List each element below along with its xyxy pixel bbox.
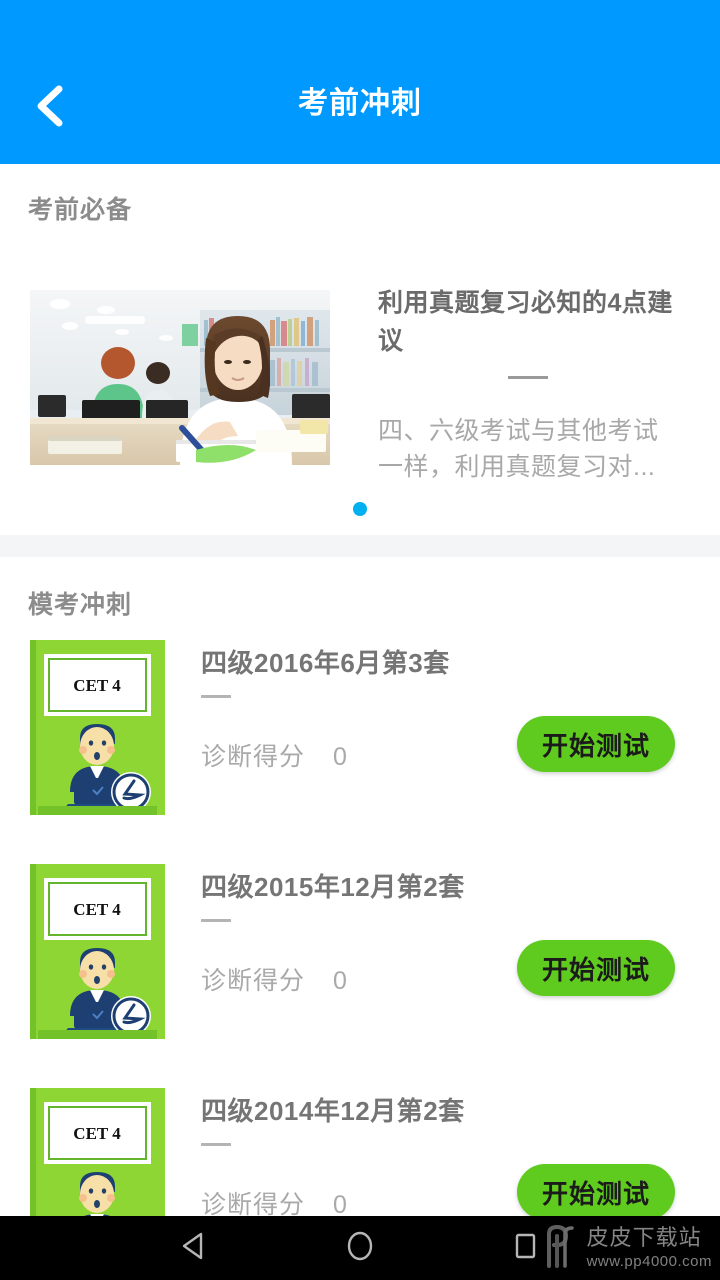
site-watermark: 皮皮下载站 www.pp4000.com xyxy=(541,1220,712,1276)
triangle-back-icon xyxy=(179,1230,211,1267)
circle-home-icon xyxy=(344,1230,376,1267)
article-description: 四、六级考试与其他考试一样，利用真题复习对... xyxy=(378,417,659,481)
exam-title-divider xyxy=(201,919,231,922)
section-title-mock: 模考冲刺 xyxy=(28,591,133,619)
score-label: 诊断得分 xyxy=(201,967,306,995)
exam-row[interactable]: CET 4 xyxy=(0,637,720,861)
article-carousel[interactable]: 利用真题复习必知的4点建议 四、六级考试与其他考试一样，利用真题复习对... xyxy=(0,270,720,535)
watermark-text: 皮皮下载站 www.pp4000.com xyxy=(586,1225,712,1270)
carousel-dots[interactable] xyxy=(0,502,720,516)
article-thumbnail-image xyxy=(30,290,330,465)
exam-title-divider xyxy=(201,695,231,698)
square-recents-icon xyxy=(509,1230,541,1267)
carousel-dot-1[interactable] xyxy=(353,502,367,516)
watermark-site-name: 皮皮下载站 xyxy=(586,1225,702,1250)
exam-info: 四级2015年12月第2套 诊断得分 0 xyxy=(201,869,501,997)
exam-title: 四级2014年12月第2套 xyxy=(201,1096,465,1126)
section-title-must-have: 考前必备 xyxy=(28,196,133,224)
watermark-url: www.pp4000.com xyxy=(586,1253,712,1270)
score-value: 0 xyxy=(333,967,347,995)
app-header: 考前冲刺 xyxy=(0,0,720,164)
article-text-block: 利用真题复习必知的4点建议 四、六级考试与其他考试一样，利用真题复习对... xyxy=(378,284,678,485)
exam-info: 四级2016年6月第3套 诊断得分 0 xyxy=(201,645,501,773)
start-test-button[interactable]: 开始测试 xyxy=(517,940,675,996)
cet4-book-icon: CET 4 xyxy=(30,640,165,815)
pp-logo-icon xyxy=(541,1224,581,1273)
article-card[interactable]: 利用真题复习必知的4点建议 四、六级考试与其他考试一样，利用真题复习对... xyxy=(0,270,720,485)
section-spacer xyxy=(0,535,720,557)
page-title: 考前冲刺 xyxy=(298,87,422,120)
exam-row[interactable]: CET 4 xyxy=(0,861,720,1085)
nav-back-button[interactable] xyxy=(150,1216,240,1280)
exam-thumbnail: CET 4 xyxy=(30,864,165,1039)
start-test-button[interactable]: 开始测试 xyxy=(517,1164,675,1220)
svg-text:CET 4: CET 4 xyxy=(73,900,121,919)
exam-info: 四级2014年12月第2套 诊断得分 0 xyxy=(201,1093,501,1221)
article-title: 利用真题复习必知的4点建议 xyxy=(378,289,673,355)
library-study-photo xyxy=(30,290,330,465)
exam-score-row: 诊断得分 0 xyxy=(201,737,501,773)
start-test-button[interactable]: 开始测试 xyxy=(517,716,675,772)
article-title-divider xyxy=(508,376,548,379)
exam-list: CET 4 四级2016年6月第3套 诊断得分 0 开始测试 CET 4 四级2… xyxy=(0,637,720,1280)
exam-title: 四级2015年12月第2套 xyxy=(201,872,465,902)
nav-home-button[interactable] xyxy=(315,1216,405,1280)
android-navigation-bar: 皮皮下载站 www.pp4000.com xyxy=(0,1216,720,1280)
svg-text:CET 4: CET 4 xyxy=(73,676,121,695)
app-screen: 考前冲刺 考前必备 利用真题复习必知的4点建议 四、六级考试与其他考试一样，利用… xyxy=(0,0,720,1280)
score-label: 诊断得分 xyxy=(201,743,306,771)
cet4-book-icon: CET 4 xyxy=(30,864,165,1039)
exam-title-divider xyxy=(201,1143,231,1146)
score-value: 0 xyxy=(333,743,347,771)
exam-thumbnail: CET 4 xyxy=(30,640,165,815)
exam-title: 四级2016年6月第3套 xyxy=(201,648,450,678)
svg-text:CET 4: CET 4 xyxy=(73,1124,121,1143)
exam-score-row: 诊断得分 0 xyxy=(201,961,501,997)
